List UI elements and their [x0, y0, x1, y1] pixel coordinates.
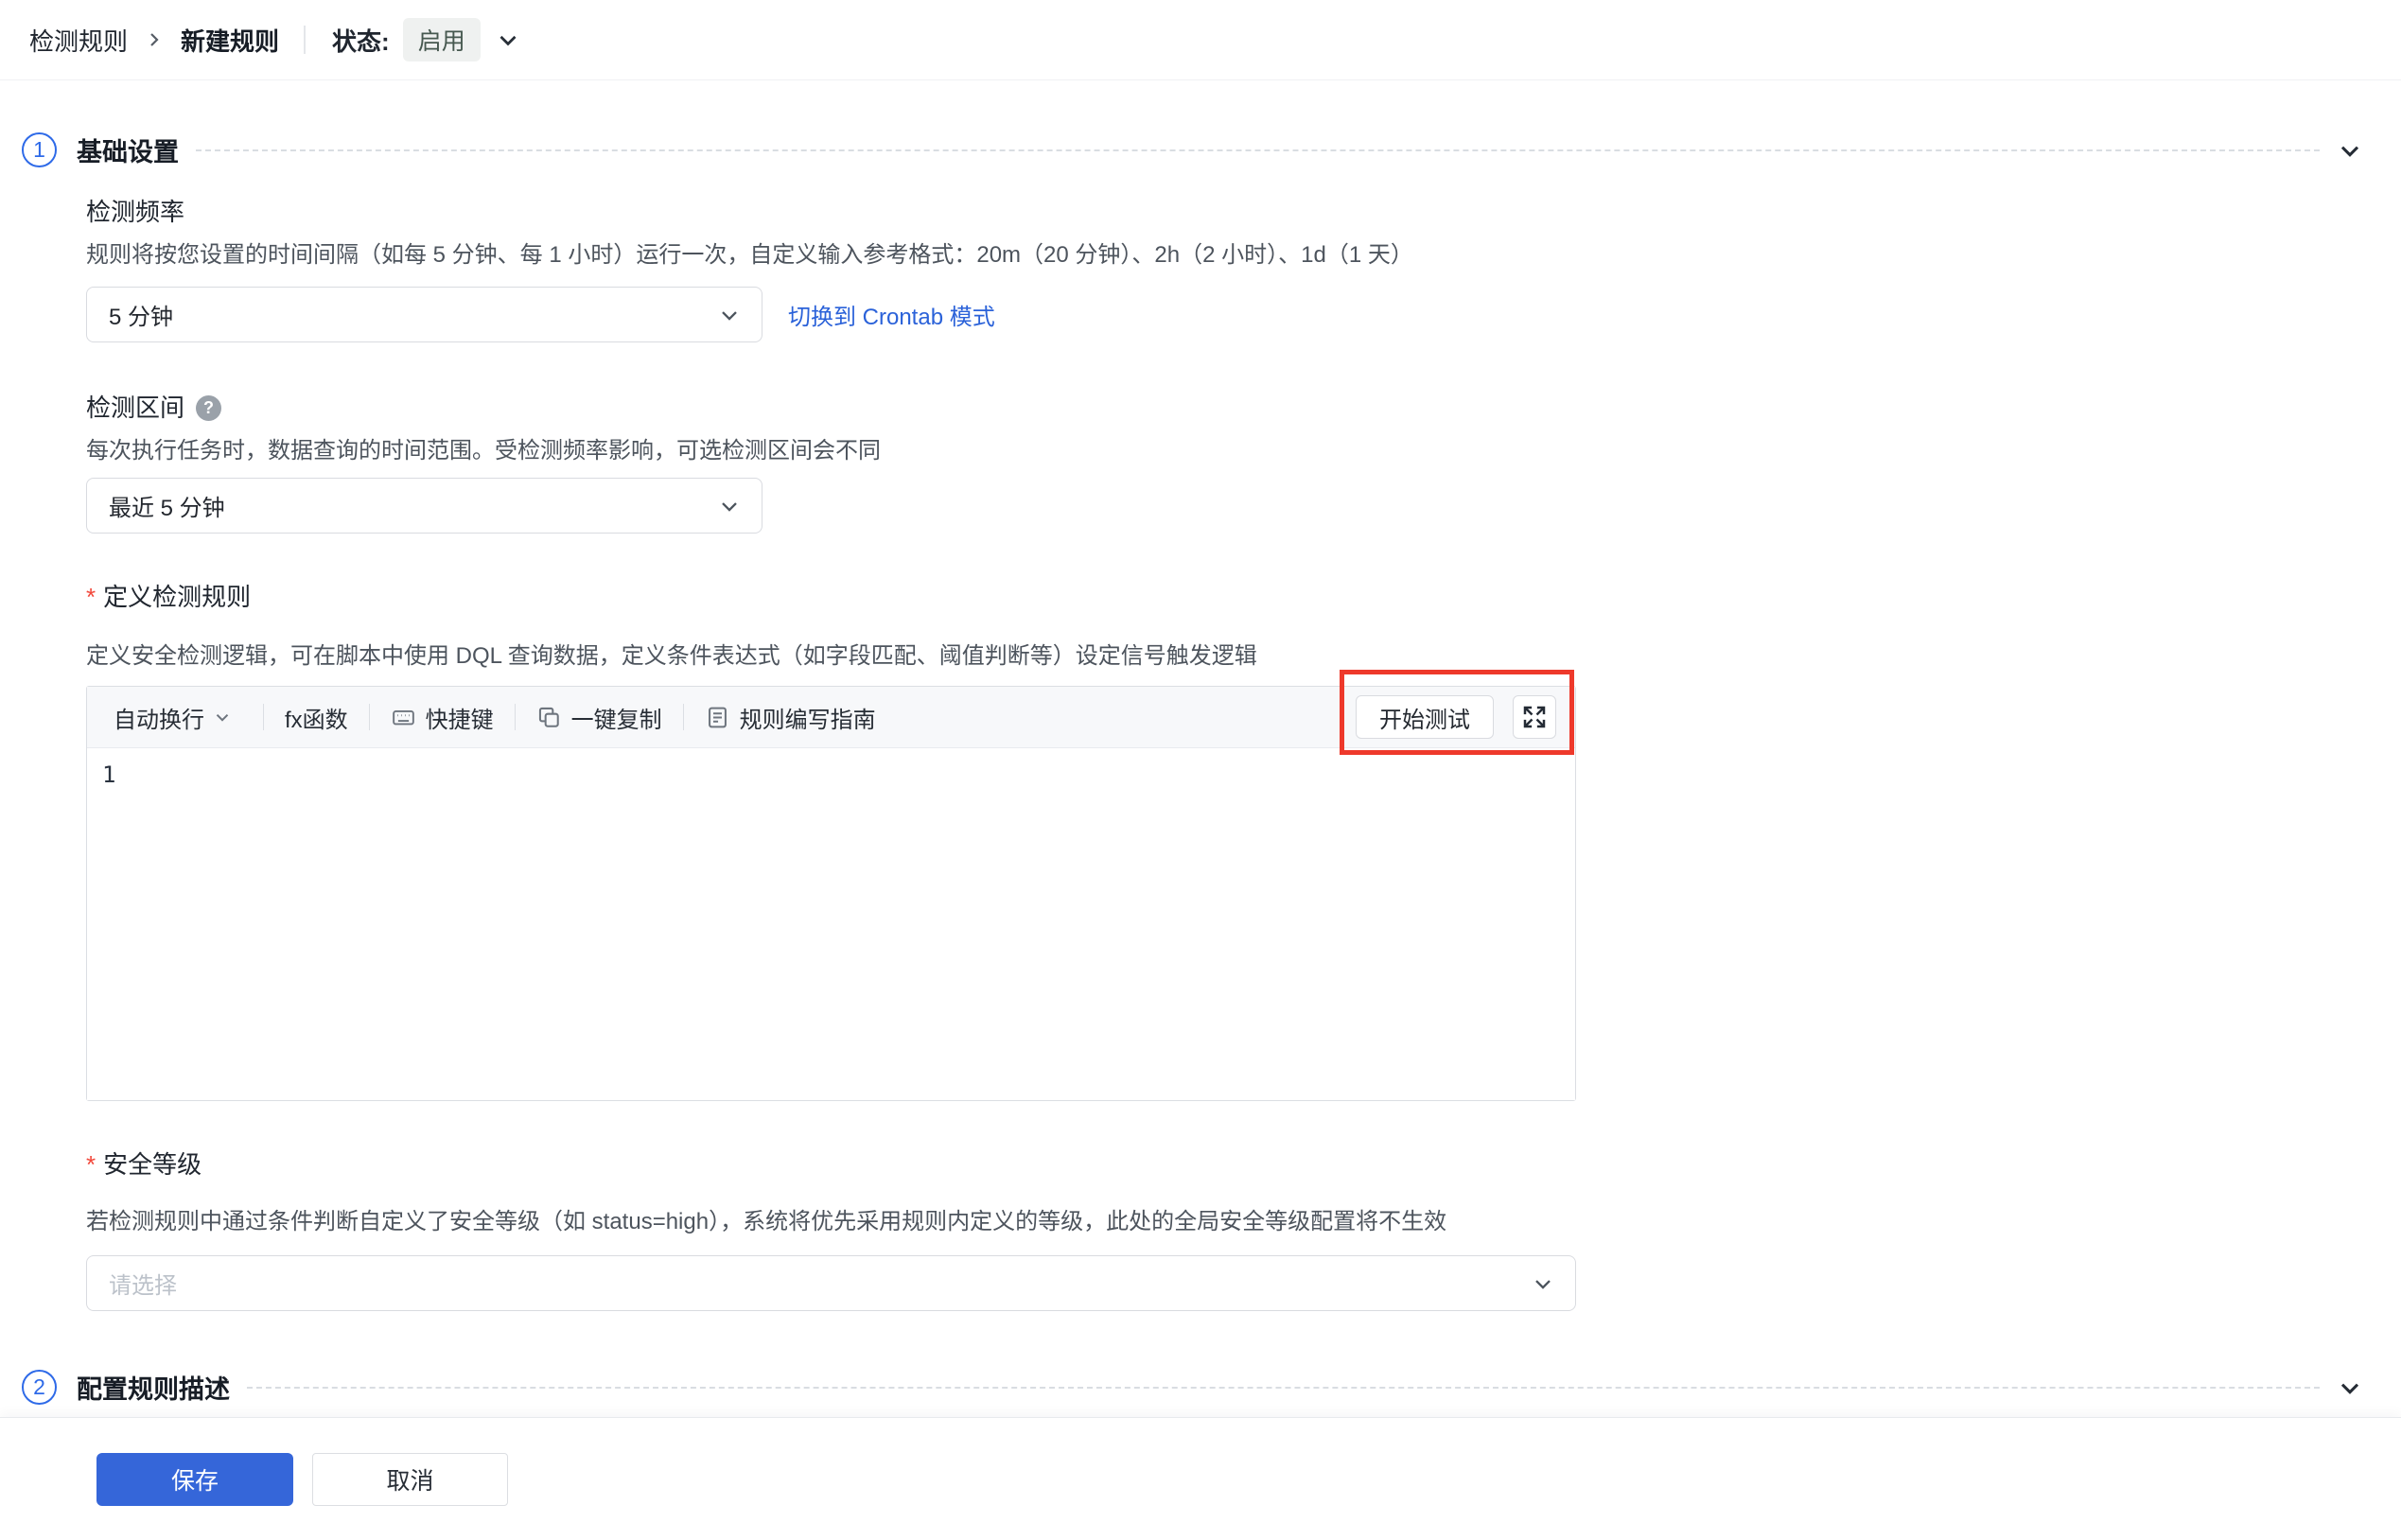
breadcrumb-bar: 检测规则 新建规则 状态: 启用 — [0, 0, 2401, 80]
section-2-collapse-chevron-icon[interactable] — [2335, 1373, 2365, 1403]
severity-desc: 若检测规则中通过条件判断自定义了安全等级（如 status=high），系统将优… — [86, 1209, 1447, 1234]
dotted-divider — [247, 1386, 2320, 1389]
status-badge[interactable]: 启用 — [402, 18, 481, 61]
footer-bar: 保存 取消 — [0, 1417, 2401, 1540]
breadcrumb-item-new-rule: 新建规则 — [181, 26, 280, 56]
shortcuts-button[interactable]: 快捷键 — [391, 701, 494, 734]
section-1-body: 检测频率 规则将按您设置的时间间隔（如每 5 分钟、每 1 小时）运行一次，自定… — [22, 196, 2365, 1311]
severity-label: 安全等级 — [103, 1150, 202, 1179]
severity-label-row: * 安全等级 — [86, 1148, 2365, 1181]
guide-link[interactable]: 规则编写指南 — [705, 701, 876, 734]
shortcuts-label: 快捷键 — [425, 707, 494, 733]
rule-label: 定义检测规则 — [103, 583, 252, 611]
required-marker: * — [86, 583, 96, 611]
chevron-down-icon — [212, 707, 242, 727]
copy-button[interactable]: 一键复制 — [536, 701, 662, 734]
frequency-select[interactable]: 5 分钟 — [86, 287, 762, 342]
cancel-button[interactable]: 取消 — [312, 1452, 508, 1506]
rule-label-row: * 定义检测规则 — [86, 581, 2365, 613]
toolbar-divider — [682, 704, 684, 730]
status-chevron-down-icon[interactable] — [494, 26, 522, 54]
status-label: 状态: — [332, 26, 390, 56]
chevron-down-icon — [716, 302, 743, 328]
toolbar-right-group: 开始测试 — [1356, 695, 1556, 739]
toolbar-divider — [514, 704, 516, 730]
required-marker: * — [86, 1150, 96, 1179]
copy-label: 一键复制 — [570, 707, 662, 733]
toolbar-divider — [368, 704, 370, 730]
section-2-title: 配置规则描述 — [77, 1375, 230, 1404]
save-button[interactable]: 保存 — [96, 1452, 293, 1506]
toolbar-divider — [263, 704, 264, 730]
line-number: 1 — [102, 761, 116, 788]
start-test-button[interactable]: 开始测试 — [1356, 695, 1494, 739]
vertical-divider — [304, 26, 307, 54]
copy-icon — [538, 707, 559, 727]
interval-select-value: 最近 5 分钟 — [109, 496, 225, 521]
section-1-step-circle: 1 — [22, 132, 57, 167]
document-icon — [708, 707, 727, 727]
chevron-right-icon — [143, 28, 166, 51]
auto-wrap-dropdown[interactable]: 自动换行 — [114, 701, 242, 734]
code-editor-input[interactable]: 1 — [87, 748, 1575, 1100]
interval-label: 检测区间 — [86, 394, 185, 422]
severity-select[interactable]: 请选择 — [86, 1255, 1576, 1311]
interval-desc: 每次执行任务时，数据查询的时间范围。受检测频率影响，可选检测区间会不同 — [86, 438, 881, 464]
chevron-down-icon — [1530, 1270, 1556, 1297]
fullscreen-expand-button[interactable] — [1513, 695, 1556, 739]
rule-desc: 定义安全检测逻辑，可在脚本中使用 DQL 查询数据，定义条件表达式（如字段匹配、… — [86, 643, 1257, 669]
keyboard-icon — [392, 709, 414, 725]
rule-editor: 自动换行 fx函数 快捷键 一键复制 规则编写指南 开始测试 1 — [86, 686, 1576, 1101]
severity-select-placeholder: 请选择 — [109, 1273, 177, 1299]
editor-toolbar: 自动换行 fx函数 快捷键 一键复制 规则编写指南 开始测试 — [87, 687, 1575, 748]
section-2-step-circle: 2 — [22, 1370, 57, 1405]
dotted-divider — [196, 149, 2320, 151]
frequency-select-value: 5 分钟 — [109, 305, 174, 330]
section-1-header: 1 基础设置 — [22, 132, 2365, 167]
breadcrumb: 检测规则 新建规则 — [29, 23, 279, 58]
new-rule-page: 检测规则 新建规则 状态: 启用 1 基础设置 检测频率 规则将按您设置的时间间… — [0, 0, 2401, 1540]
breadcrumb-item-detection-rules[interactable]: 检测规则 — [29, 23, 128, 58]
frequency-desc: 规则将按您设置的时间间隔（如每 5 分钟、每 1 小时）运行一次，自定义输入参考… — [86, 242, 1413, 268]
guide-label: 规则编写指南 — [739, 707, 876, 733]
interval-select[interactable]: 最近 5 分钟 — [86, 478, 762, 534]
form-content: 1 基础设置 检测频率 规则将按您设置的时间间隔（如每 5 分钟、每 1 小时）… — [0, 132, 2401, 1434]
fx-functions-button[interactable]: fx函数 — [285, 701, 348, 734]
chevron-down-icon — [716, 493, 743, 519]
expand-arrows-icon — [1523, 706, 1546, 728]
frequency-row: 5 分钟 切换到 Crontab 模式 — [86, 270, 2365, 342]
section-2-header: 2 配置规则描述 — [22, 1370, 2365, 1405]
section-1-title: 基础设置 — [77, 138, 179, 166]
section-1-collapse-chevron-icon[interactable] — [2335, 135, 2365, 166]
frequency-label: 检测频率 — [86, 198, 185, 226]
help-icon[interactable]: ? — [196, 394, 222, 421]
auto-wrap-label: 自动换行 — [114, 707, 204, 733]
crontab-mode-link[interactable]: 切换到 Crontab 模式 — [788, 298, 995, 331]
interval-label-row: 检测区间 ? — [86, 392, 2365, 424]
